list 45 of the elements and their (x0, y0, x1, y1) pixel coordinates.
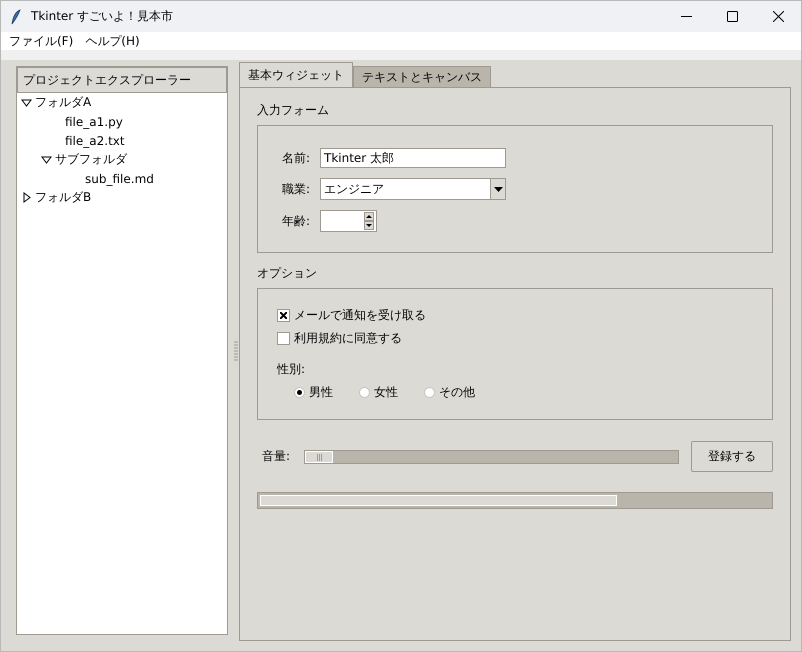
folder-label[interactable]: フォルダA (35, 94, 92, 111)
expand-toggle-icon[interactable] (21, 97, 32, 108)
radio-button[interactable] (294, 387, 305, 398)
field-label: 名前: (282, 150, 312, 166)
folder-label[interactable]: フォルダB (35, 189, 92, 206)
slider-handle[interactable] (305, 450, 334, 462)
tab[interactable]: テキストとキャンバス (353, 66, 491, 87)
group-title: オプション (257, 265, 318, 282)
checkbox-label[interactable]: メールで通知を受け取る (294, 307, 426, 324)
expand-toggle-icon[interactable] (41, 154, 52, 165)
sash-grip-icon[interactable] (234, 340, 238, 360)
tree-heading[interactable]: プロジェクトエクスプローラー (17, 67, 227, 93)
caret-icon (494, 186, 502, 192)
radio-label[interactable]: 女性 (374, 384, 398, 401)
checkbox[interactable] (277, 309, 290, 322)
folder-label[interactable]: サブフォルダ (55, 151, 127, 168)
maximize-icon (726, 11, 738, 22)
group-title: 入力フォーム (257, 102, 330, 119)
checkbox-label[interactable]: 利用規約に同意する (294, 330, 402, 347)
volume-slider-track[interactable] (304, 450, 679, 464)
feather-icon (11, 8, 21, 24)
spin-arrows-icon (364, 212, 374, 230)
volume-label: 音量: (262, 448, 290, 465)
field-label: 年齢: (282, 212, 312, 230)
register-button[interactable]: 登録する (691, 441, 773, 472)
radio-label[interactable]: その他 (439, 384, 475, 401)
radio-label[interactable]: 男性 (309, 384, 333, 401)
file-label[interactable]: sub_file.md (85, 172, 154, 186)
menu-item[interactable]: ヘルプ(H) (81, 32, 144, 50)
field-label: 性別: (277, 361, 306, 378)
tab[interactable]: 基本ウィジェット (239, 62, 353, 87)
field-label: 職業: (282, 180, 312, 198)
check-mark-icon (280, 312, 287, 319)
name-field[interactable]: Tkinter 太郎 (320, 148, 506, 168)
radio-button[interactable] (424, 387, 435, 398)
menu-item[interactable]: ファイル(F) (5, 32, 78, 50)
age-spinbox[interactable] (320, 210, 377, 232)
file-label[interactable]: file_a1.py (65, 114, 123, 128)
job-dropdown[interactable]: エンジニア (320, 178, 506, 200)
radio-button[interactable] (359, 387, 370, 398)
checkbox[interactable] (277, 332, 290, 345)
expand-toggle-icon[interactable] (21, 192, 32, 203)
file-label[interactable]: file_a2.txt (65, 134, 125, 148)
close-icon (772, 11, 784, 22)
window-title: Tkinter すごいよ！見本市 (31, 8, 174, 25)
